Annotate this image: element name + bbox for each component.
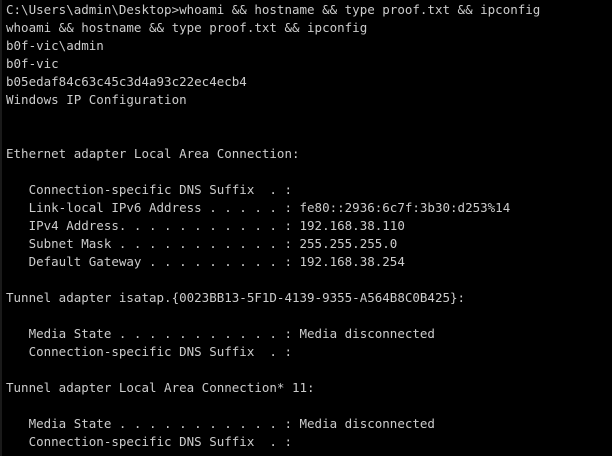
default-gateway-line: Default Gateway . . . . . . . . . : 192.… (6, 254, 405, 269)
subnet-mask-line: Subnet Mask . . . . . . . . . . . : 255.… (6, 236, 398, 251)
ethernet-adapter-header: Ethernet adapter Local Area Connection: (6, 146, 300, 161)
terminal-output: C:\Users\admin\Desktop>whoami && hostnam… (6, 1, 610, 451)
media-state-line: Media State . . . . . . . . . . . : Medi… (6, 416, 435, 431)
command-prompt-line: C:\Users\admin\Desktop>whoami && hostnam… (6, 2, 541, 17)
whoami-output: b0f-vic\admin (6, 38, 104, 53)
isatap-adapter-header: Tunnel adapter isatap.{0023BB13-5F1D-413… (6, 290, 466, 305)
window-left-edge (0, 0, 2, 456)
terminal-window[interactable]: C:\Users\admin\Desktop>whoami && hostnam… (0, 0, 612, 456)
dns-suffix-line: Connection-specific DNS Suffix . : (6, 344, 292, 359)
ipv4-address-line: IPv4 Address. . . . . . . . . . . : 192.… (6, 218, 405, 233)
command-echo-line: whoami && hostname && type proof.txt && … (6, 20, 368, 35)
dns-suffix-line: Connection-specific DNS Suffix . : (6, 182, 292, 197)
tunnel-lac11-header: Tunnel adapter Local Area Connection* 11… (6, 380, 315, 395)
proof-hash-output: b05edaf84c63c45c3d4a93c22ec4ecb4 (6, 74, 247, 89)
ipv6-address-line: Link-local IPv6 Address . . . . . : fe80… (6, 200, 511, 215)
hostname-output: b0f-vic (6, 56, 59, 71)
dns-suffix-line: Connection-specific DNS Suffix . : (6, 434, 292, 449)
media-state-line: Media State . . . . . . . . . . . : Medi… (6, 326, 435, 341)
ipconfig-title: Windows IP Configuration (6, 92, 187, 107)
